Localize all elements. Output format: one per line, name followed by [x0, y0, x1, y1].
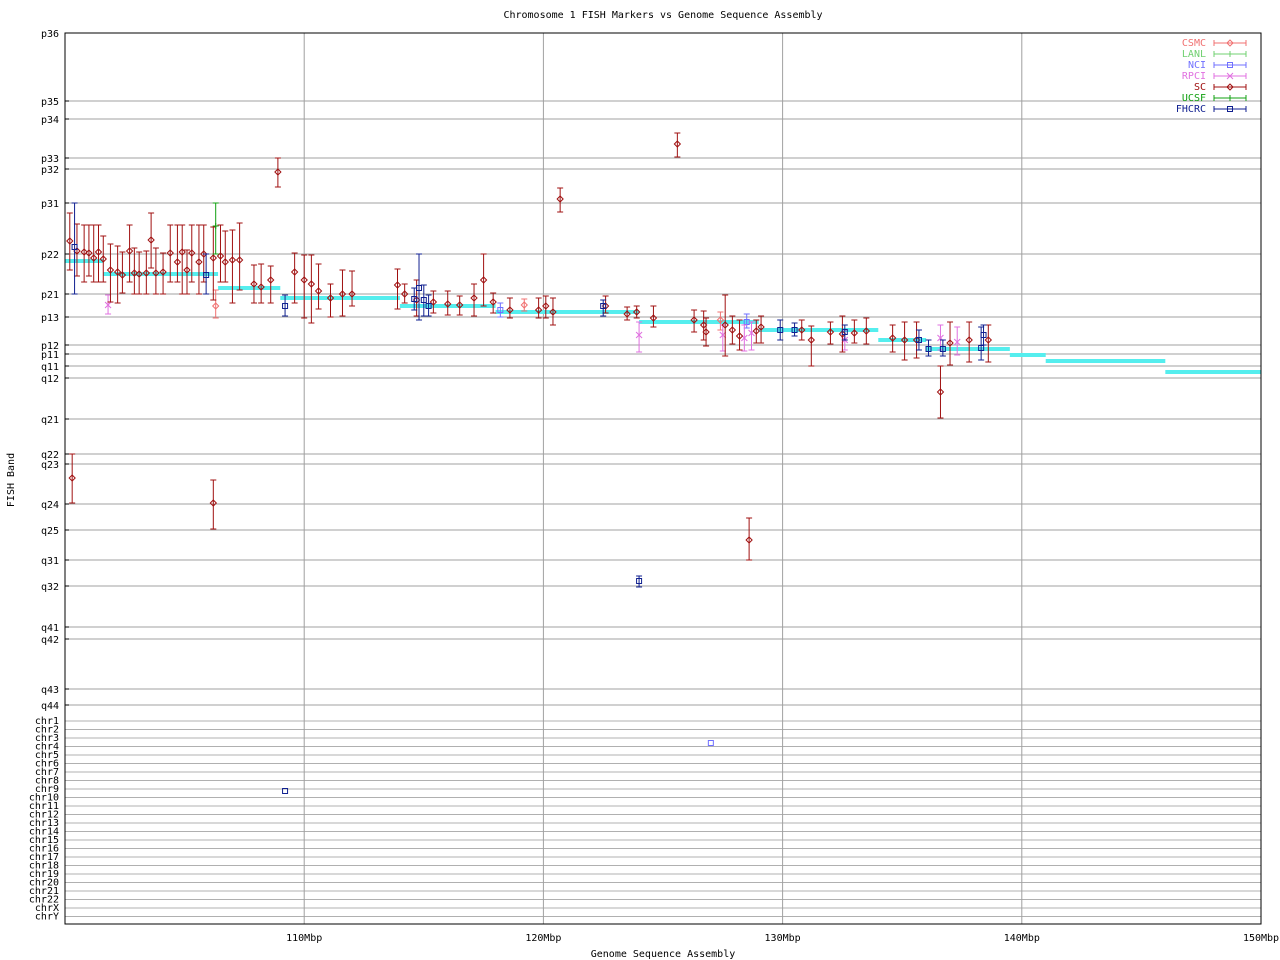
x-axis-label: Genome Sequence Assembly [591, 949, 736, 960]
legend-marker-LANL [1227, 51, 1233, 57]
series-SC [66, 132, 993, 561]
series-RPCI [104, 294, 961, 356]
y-tick-q21: q21 [41, 415, 59, 426]
x-tick-140: 140Mbp [1004, 933, 1040, 944]
y-tick-p32: p32 [41, 165, 59, 176]
y-tick-q11: q11 [41, 362, 59, 373]
x-tick-120: 120Mbp [525, 933, 561, 944]
y-tick-chrY: chrY [35, 912, 59, 923]
y-tick-p11: p11 [41, 350, 59, 361]
x-tick-130: 130Mbp [765, 933, 801, 944]
y-tick-q44: q44 [41, 701, 59, 712]
legend-label-SC: SC [1194, 82, 1206, 93]
y-tick-q24: q24 [41, 500, 59, 511]
y-tick-p34: p34 [41, 115, 59, 126]
y-tick-q43: q43 [41, 685, 59, 696]
y-tick-q41: q41 [41, 623, 59, 634]
grid-lines [65, 32, 1262, 924]
y-tick-p22: p22 [41, 250, 59, 261]
y-tick-q23: q23 [41, 460, 59, 471]
legend-label-RPCI: RPCI [1182, 71, 1206, 82]
plot-frame [64, 32, 1262, 925]
point-NCI-1 [707, 740, 714, 746]
y-tick-q25: q25 [41, 526, 59, 537]
y-axis-label: FISH Band [6, 453, 17, 507]
data-points [66, 132, 993, 794]
chart-title: Chromosome 1 FISH Markers vs Genome Sequ… [503, 10, 822, 21]
y-tick-p35: p35 [41, 97, 59, 108]
legend-label-LANL: LANL [1182, 49, 1206, 60]
x-tick-labels: 110Mbp 120Mbp 130Mbp 140Mbp 150Mbp [286, 933, 1279, 944]
y-tick-p36: p36 [41, 29, 59, 40]
legend-label-CSMC: CSMC [1182, 38, 1206, 49]
y-tick-q32: q32 [41, 582, 59, 593]
y-tick-p13: p13 [41, 313, 59, 324]
x-tick-150: 150Mbp [1243, 933, 1279, 944]
legend-marker-UCSF [1227, 95, 1233, 101]
legend-label-FHCRC: FHCRC [1176, 104, 1206, 115]
y-tick-p31: p31 [41, 199, 59, 210]
y-tick-q31: q31 [41, 556, 59, 567]
y-tick-q42: q42 [41, 635, 59, 646]
legend-label-NCI: NCI [1188, 60, 1206, 71]
x-tick-110: 110Mbp [286, 933, 322, 944]
fish-chart: Chromosome 1 FISH Markers vs Genome Sequ… [6, 10, 1279, 960]
legend: CSMCLANLNCIRPCISCUCSFFHCRC [1176, 38, 1247, 115]
y-tick-p21: p21 [41, 290, 59, 301]
y-tick-labels: p36p35p34p33p32p31p22p21p13p12p11q11q12q… [29, 29, 59, 923]
y-tick-p33: p33 [41, 154, 59, 165]
legend-label-UCSF: UCSF [1182, 93, 1206, 104]
y-tick-q12: q12 [41, 374, 59, 385]
series-NCI [497, 302, 750, 746]
